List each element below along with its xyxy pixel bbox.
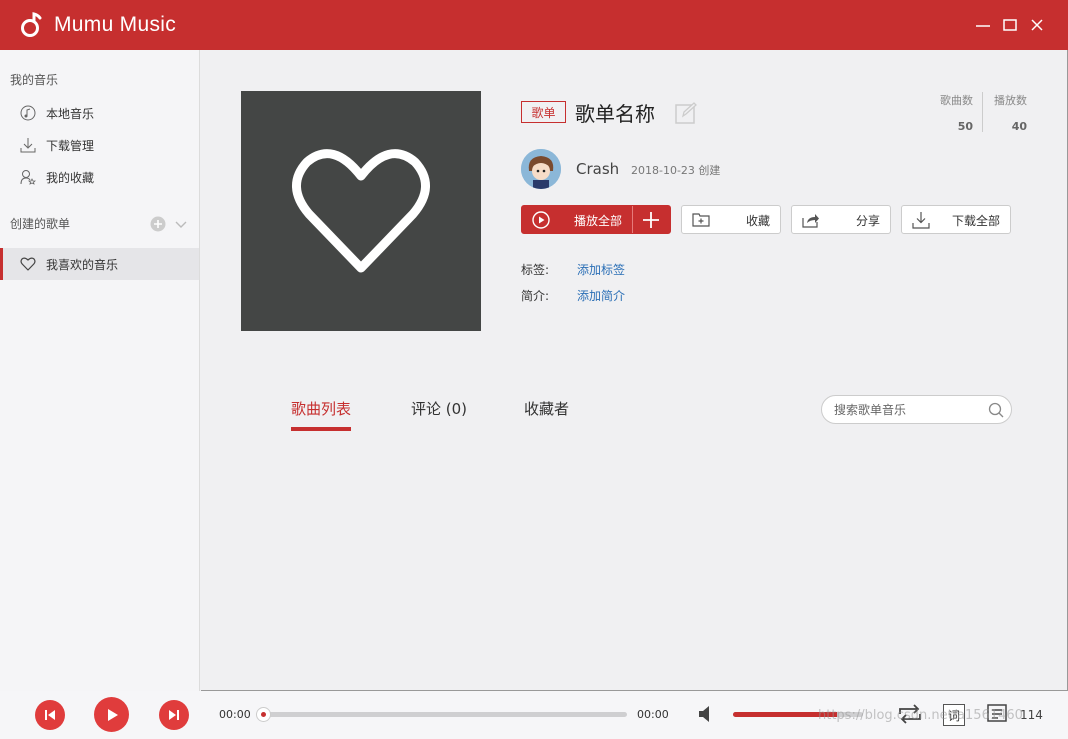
- tags-label: 标签:: [521, 263, 550, 277]
- previous-button[interactable]: [35, 700, 65, 730]
- playlist-icon[interactable]: [986, 703, 1008, 725]
- intro-label: 简介:: [521, 289, 550, 303]
- song-count-label: 歌曲数: [940, 94, 973, 107]
- current-time: 00:00: [219, 708, 251, 721]
- intro-row: 简介: 添加简介: [521, 287, 625, 304]
- sidebar-item-label: 我喜欢的音乐: [46, 257, 119, 272]
- song-count-stat: 歌曲数 50: [921, 92, 973, 133]
- minimize-button[interactable]: [973, 15, 993, 35]
- minimize-icon: [976, 25, 990, 27]
- playlist-cover: [241, 91, 481, 331]
- play-circle-icon: [532, 211, 550, 229]
- title-bar: Mumu Music: [0, 0, 1068, 50]
- share-button[interactable]: 分享: [791, 205, 891, 234]
- creator-name[interactable]: Crash: [576, 160, 619, 178]
- heart-icon: [20, 256, 36, 272]
- playlist-count: 114: [1020, 708, 1043, 722]
- tags-row: 标签: 添加标签: [521, 261, 625, 278]
- search-input[interactable]: [834, 401, 984, 419]
- tab-comments[interactable]: 评论 (0): [411, 398, 467, 419]
- playlist-stats: 歌曲数 50 播放数 40: [921, 92, 1031, 133]
- avatar[interactable]: [521, 149, 561, 189]
- volume-level: [733, 712, 837, 717]
- music-note-icon: [20, 105, 36, 121]
- play-all-button[interactable]: 播放全部: [521, 205, 671, 234]
- volume-slider[interactable]: [733, 712, 863, 717]
- download-all-button[interactable]: 下载全部: [901, 205, 1011, 234]
- play-count-stat: 播放数 40: [991, 92, 1027, 133]
- app-title: Mumu Music: [54, 13, 177, 36]
- tab-subscribers[interactable]: 收藏者: [524, 398, 569, 419]
- sidebar-item-downloads[interactable]: 下载管理: [0, 129, 199, 161]
- app-logo-icon: [21, 12, 42, 37]
- sidebar-section-created-playlists: 创建的歌单: [10, 217, 71, 231]
- chevron-down-icon[interactable]: [173, 216, 189, 232]
- sidebar-section-my-music: 我的音乐: [10, 73, 59, 87]
- heart-icon: [292, 149, 430, 273]
- playlist-tag: 歌单: [521, 101, 566, 123]
- next-button[interactable]: [159, 700, 189, 730]
- folder-add-icon: [692, 213, 710, 227]
- avatar-image: [521, 149, 561, 189]
- progress-bar[interactable]: [262, 712, 627, 717]
- add-to-queue-icon[interactable]: [641, 210, 661, 230]
- sidebar-item-liked-music[interactable]: 我喜欢的音乐: [0, 248, 199, 280]
- progress-knob[interactable]: [256, 707, 271, 722]
- maximize-button[interactable]: [1000, 15, 1020, 35]
- sidebar-item-label: 本地音乐: [46, 106, 95, 121]
- add-tags-link[interactable]: 添加标签: [577, 261, 625, 278]
- close-button[interactable]: [1027, 15, 1047, 35]
- sidebar-item-local-music[interactable]: 本地音乐: [0, 97, 199, 129]
- skip-previous-icon: [45, 710, 55, 720]
- total-time: 00:00: [637, 708, 669, 721]
- download-icon: [912, 212, 930, 229]
- tab-song-list[interactable]: 歌曲列表: [291, 398, 351, 419]
- lyrics-button[interactable]: 词: [943, 704, 965, 726]
- add-intro-link[interactable]: 添加简介: [577, 287, 625, 304]
- collect-label: 收藏: [745, 214, 770, 228]
- play-count-label: 播放数: [994, 94, 1027, 107]
- share-label: 分享: [855, 214, 880, 228]
- collect-button[interactable]: 收藏: [681, 205, 781, 234]
- search-icon[interactable]: [988, 402, 1004, 418]
- sidebar-item-label: 我的收藏: [46, 170, 95, 185]
- volume-icon[interactable]: [697, 703, 715, 725]
- sidebar-item-favorites[interactable]: 我的收藏: [0, 161, 199, 193]
- stats-divider: [982, 92, 983, 132]
- repeat-icon[interactable]: [897, 703, 923, 725]
- close-icon: [1031, 19, 1043, 31]
- sidebar: 我的音乐 本地音乐 下载管理 我的收藏 创建的歌单 我喜欢的音乐: [0, 50, 200, 691]
- search-box: [821, 395, 1012, 424]
- created-date: 2018-10-23 创建: [631, 164, 721, 177]
- skip-next-icon: [169, 710, 179, 720]
- play-icon: [107, 708, 118, 721]
- user-star-icon: [20, 169, 36, 185]
- active-tab-indicator: [291, 427, 351, 431]
- player-bar: 00:00 00:00 词 114 https://blog.csdn.net/…: [0, 691, 1068, 739]
- play-button[interactable]: [94, 697, 129, 732]
- download-icon: [20, 137, 36, 153]
- maximize-icon: [1003, 19, 1017, 31]
- song-count-value: 50: [957, 120, 973, 133]
- play-count-value: 40: [1011, 120, 1027, 133]
- add-playlist-icon[interactable]: [150, 216, 166, 232]
- sidebar-item-label: 下载管理: [46, 138, 95, 153]
- share-icon: [802, 214, 819, 228]
- edit-icon[interactable]: [675, 102, 697, 124]
- playlist-title: 歌单名称: [575, 102, 655, 126]
- play-all-divider: [632, 206, 633, 233]
- main-content: 歌单 歌单名称 歌曲数 50 播放数 40 Crash 2018-10-23 创…: [201, 50, 1068, 691]
- download-all-label: 下载全部: [951, 214, 1000, 228]
- play-all-label: 播放全部: [574, 214, 623, 228]
